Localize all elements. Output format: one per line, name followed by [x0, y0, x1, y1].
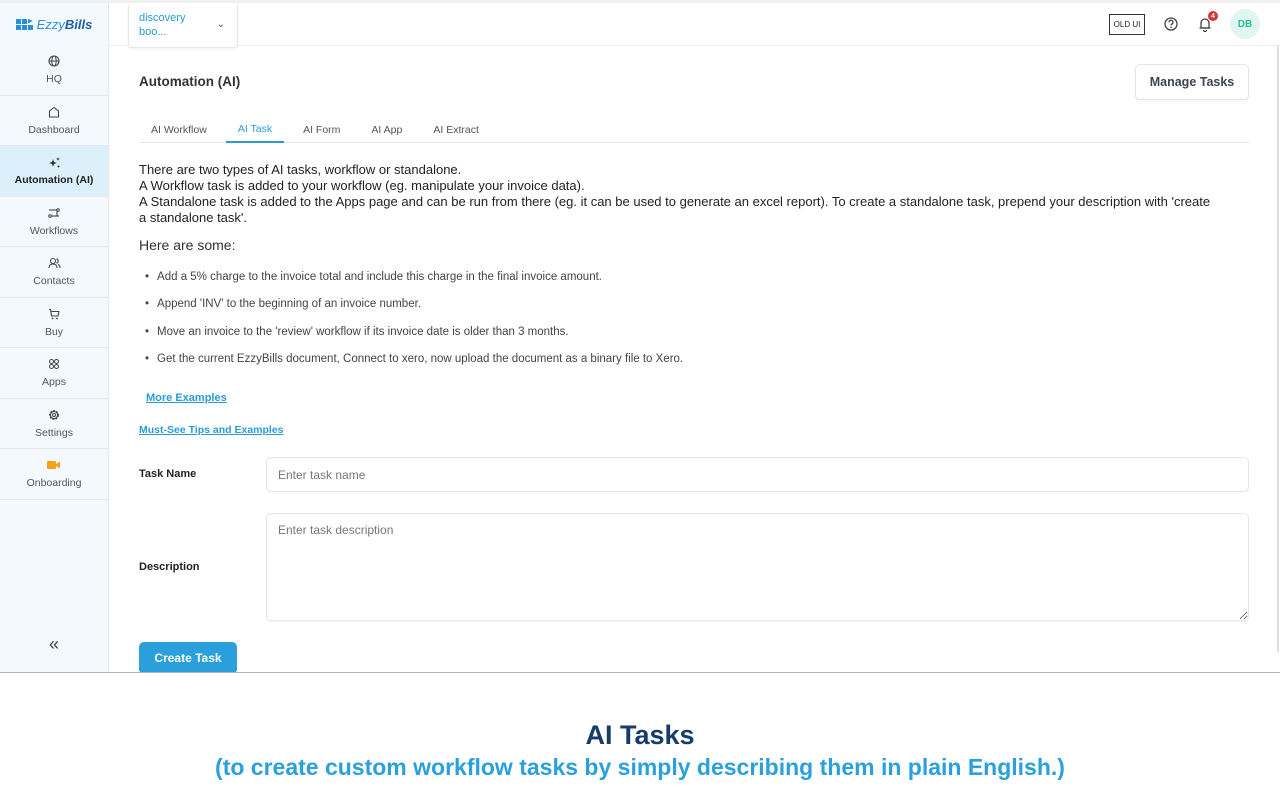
sidebar-item-label: Contacts [33, 275, 75, 288]
sidebar-item-hq[interactable]: HQ [0, 45, 108, 96]
sidebar-item-apps[interactable]: Apps [0, 348, 108, 399]
sidebar-item-label: Onboarding [26, 477, 82, 490]
description-textarea[interactable] [266, 513, 1249, 621]
home-icon [47, 105, 61, 119]
help-button[interactable] [1162, 15, 1180, 33]
caption-subtitle: (to create custom workflow tasks by simp… [215, 754, 1065, 780]
caption-title: AI Tasks [585, 720, 695, 750]
task-name-label: Task Name [139, 468, 197, 480]
create-task-button[interactable]: Create Task [139, 642, 237, 672]
tips-and-examples-link[interactable]: Must-See Tips and Examples [139, 424, 284, 436]
apps-icon [47, 357, 61, 371]
sidebar-item-label: Dashboard [28, 123, 80, 136]
manage-tasks-button[interactable]: Manage Tasks [1135, 64, 1249, 100]
caption: AI Tasks (to create custom workflow task… [0, 718, 1280, 782]
video-icon [47, 458, 61, 472]
old-ui-button[interactable]: OLD UI [1109, 14, 1145, 35]
sidebar-item-workflows[interactable]: Workflows [0, 197, 108, 247]
examples-heading: Here are some: [139, 237, 236, 253]
tab-ai-extract[interactable]: AI Extract [421, 116, 491, 143]
intro-line: A Workflow task is added to your workflo… [139, 178, 585, 193]
tab-ai-task[interactable]: AI Task [225, 116, 285, 143]
example-item: Append 'INV' to the beginning of an invo… [145, 298, 683, 325]
sidebar-item-onboarding[interactable]: Onboarding [0, 449, 108, 500]
more-examples-link[interactable]: More Examples [146, 392, 227, 404]
sidebar-item-label: Buy [44, 325, 64, 338]
logo-mark-icon [15, 18, 33, 30]
scrollbar[interactable] [1277, 46, 1279, 652]
sidebar-item-label: Settings [35, 426, 73, 439]
app-window: EzzyBills HQ Dashboard Automation (AI) W… [0, 0, 1280, 673]
logo-text-light: Ezzy [36, 16, 65, 32]
example-item: Get the current EzzyBills document, Conn… [145, 353, 683, 380]
workflow-icon [47, 206, 61, 220]
help-icon [1164, 17, 1178, 31]
sidebar-item-buy[interactable]: Buy [0, 298, 108, 348]
sidebar-item-automation[interactable]: Automation (AI) [0, 146, 108, 197]
sidebar-item-contacts[interactable]: Contacts [0, 247, 108, 298]
tab-ai-workflow[interactable]: AI Workflow [139, 116, 219, 143]
page-title: Automation (AI) [139, 74, 241, 89]
automation-tabs: AI Workflow AI Task AI Form AI App AI Ex… [139, 116, 1249, 143]
double-chevron-left-icon: « [48, 634, 59, 654]
user-avatar[interactable]: DB [1230, 9, 1260, 39]
cart-icon [47, 307, 61, 321]
notifications-button[interactable]: 4 [1196, 11, 1218, 33]
sidebar-item-label: Automation (AI) [14, 174, 94, 187]
globe-icon [47, 54, 61, 68]
intro-line: A Standalone task is added to the Apps p… [139, 194, 1211, 225]
top-header: discovery boo... ⌄ OLD UI 4 DB [109, 3, 1280, 48]
sidebar-item-label: HQ [46, 73, 62, 86]
logo-text: EzzyBills [37, 17, 93, 32]
organization-name: discovery boo... [139, 12, 186, 38]
notification-badge: 4 [1208, 11, 1218, 21]
tab-ai-form[interactable]: AI Form [291, 116, 352, 143]
example-item: Add a 5% charge to the invoice total and… [145, 271, 683, 298]
logo[interactable]: EzzyBills [0, 3, 108, 45]
sidebar-item-label: Apps [42, 376, 66, 389]
sidebar-item-settings[interactable]: Settings [0, 399, 108, 449]
description-label: Description [139, 561, 200, 573]
tab-ai-app[interactable]: AI App [359, 116, 414, 143]
logo-text-bold: Bills [64, 16, 93, 32]
sparkles-icon [47, 155, 61, 169]
examples-list: Add a 5% charge to the invoice total and… [145, 271, 683, 380]
intro-text: There are two types of AI tasks, workflo… [139, 162, 1219, 226]
intro-line: There are two types of AI tasks, workflo… [139, 162, 462, 177]
users-icon [47, 256, 61, 270]
chevron-down-icon: ⌄ [216, 19, 225, 30]
sidebar-item-dashboard[interactable]: Dashboard [0, 96, 108, 146]
task-name-input[interactable] [266, 457, 1249, 492]
example-item: Move an invoice to the 'review' workflow… [145, 326, 683, 353]
collapse-sidebar-button[interactable]: « [0, 634, 108, 655]
sidebar-item-label: Workflows [29, 224, 79, 237]
sidebar: EzzyBills HQ Dashboard Automation (AI) W… [0, 3, 109, 672]
organization-select[interactable]: discovery boo... ⌄ [128, 5, 238, 48]
gear-icon [47, 408, 61, 422]
